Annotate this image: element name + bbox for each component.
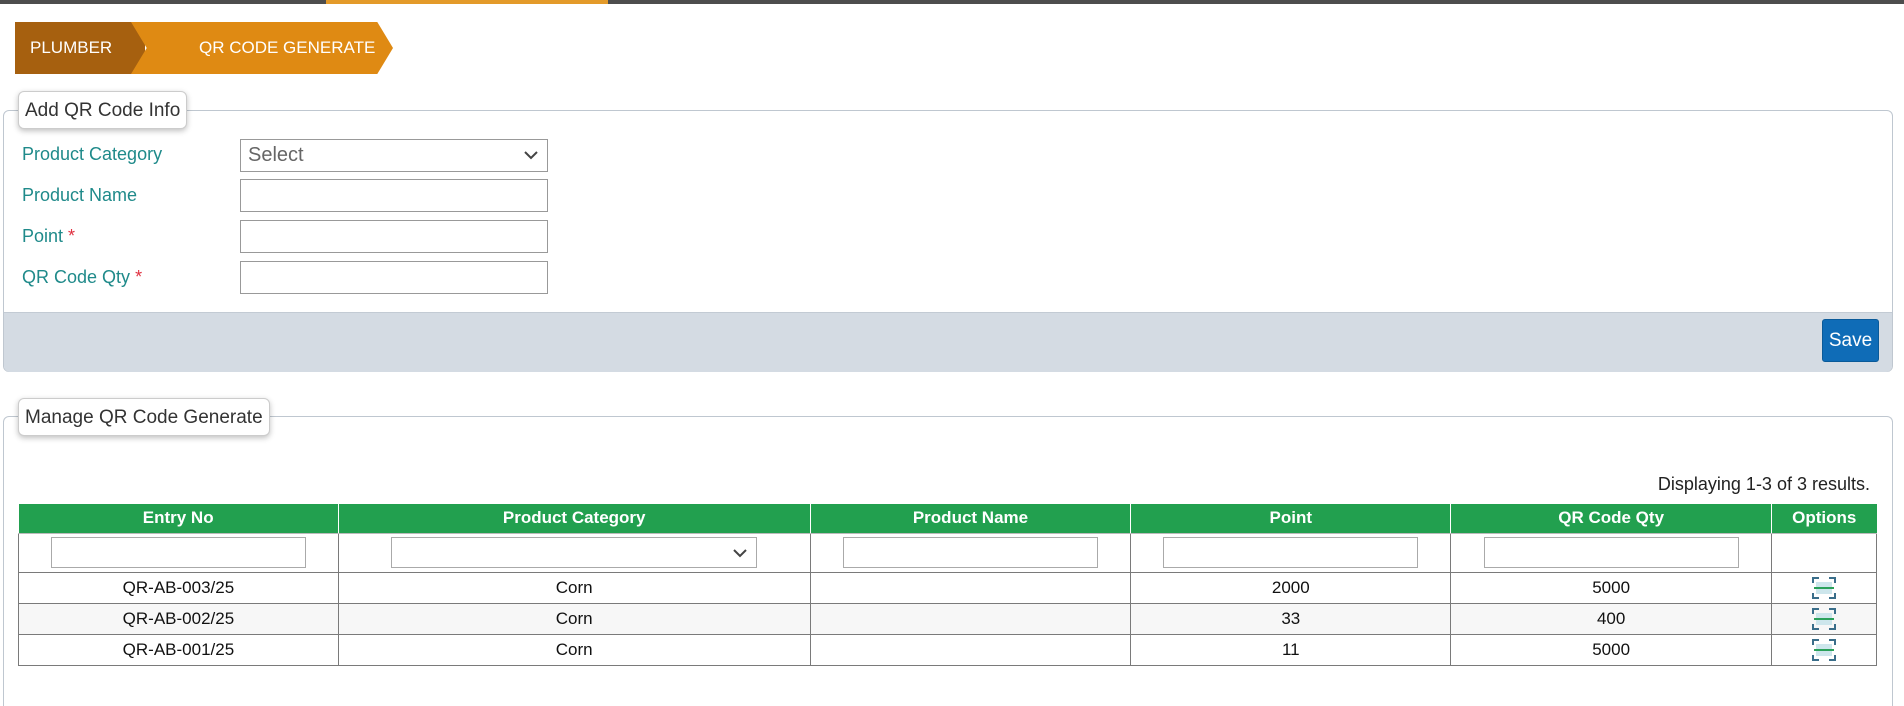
cell-entry-no: QR-AB-001/25 xyxy=(18,633,339,666)
filter-cell-qr-code-qty xyxy=(1450,532,1773,573)
cell-product-category: Corn xyxy=(337,571,811,604)
cell-qr-code-qty: 5000 xyxy=(1450,633,1773,666)
qr-scan-icon[interactable] xyxy=(1812,638,1837,661)
results-summary: Displaying 1-3 of 3 results. xyxy=(1657,474,1870,494)
cell-entry-no: QR-AB-003/25 xyxy=(18,571,339,604)
breadcrumb-item-qr-code-generate[interactable]: QR CODE GENERATE xyxy=(131,22,393,74)
filter-cell-product-name xyxy=(809,532,1132,573)
add-qr-code-legend: Add QR Code Info xyxy=(18,91,188,129)
column-header-qr-code-qty[interactable]: QR Code Qty xyxy=(1450,504,1773,534)
cell-product-category: Corn xyxy=(337,602,811,635)
column-header-point[interactable]: Point xyxy=(1130,504,1452,534)
qr-scan-icon[interactable] xyxy=(1812,576,1837,599)
product-name-input[interactable] xyxy=(240,179,548,212)
chevron-down-icon xyxy=(524,151,538,160)
qr-code-table: Entry No Product Category Product Name P… xyxy=(18,504,1877,666)
column-header-product-name[interactable]: Product Name xyxy=(810,504,1132,534)
cell-options xyxy=(1771,633,1877,666)
cell-entry-no: QR-AB-002/25 xyxy=(18,602,339,635)
filter-cell-point xyxy=(1130,532,1452,573)
cell-point: 2000 xyxy=(1130,571,1452,604)
column-header-entry-no[interactable]: Entry No xyxy=(18,504,339,534)
product-category-label: Product Category xyxy=(22,144,163,164)
filter-cell-entry-no xyxy=(18,532,339,573)
point-label-text: Point xyxy=(22,226,64,246)
cell-point: 11 xyxy=(1130,633,1452,666)
qr-code-qty-label-text: QR Code Qty xyxy=(22,267,131,287)
qr-code-qty-input[interactable] xyxy=(240,261,548,294)
point-input[interactable] xyxy=(240,220,548,253)
filter-cell-product-category xyxy=(337,532,811,573)
save-button[interactable]: Save xyxy=(1822,319,1879,362)
manage-qr-code-legend: Manage QR Code Generate xyxy=(18,398,270,436)
column-header-product-category[interactable]: Product Category xyxy=(338,504,811,534)
cell-options xyxy=(1771,571,1877,604)
product-category-select[interactable]: Select xyxy=(240,139,548,172)
active-tab-indicator xyxy=(326,0,608,4)
cell-product-name xyxy=(809,633,1132,666)
product-category-select-value: Select xyxy=(248,144,304,166)
cell-product-name xyxy=(809,602,1132,635)
cell-product-name xyxy=(809,571,1132,604)
cell-point: 33 xyxy=(1130,602,1452,635)
chevron-down-icon xyxy=(733,549,747,558)
top-navbar-strip xyxy=(0,0,1904,4)
qr-scan-icon[interactable] xyxy=(1812,607,1837,630)
filter-product-category-select[interactable] xyxy=(391,537,758,568)
table-row: QR-AB-003/25 Corn 2000 5000 xyxy=(18,571,1877,604)
cell-qr-code-qty: 5000 xyxy=(1450,571,1773,604)
product-name-label: Product Name xyxy=(22,185,138,205)
cell-qr-code-qty: 400 xyxy=(1450,602,1773,635)
table-row: QR-AB-001/25 Corn 11 5000 xyxy=(18,633,1877,666)
filter-product-name-input[interactable] xyxy=(842,537,1098,568)
point-required-marker: * xyxy=(68,226,76,246)
filter-qr-code-qty-input[interactable] xyxy=(1483,537,1739,568)
column-header-options: Options xyxy=(1771,504,1877,534)
cell-product-category: Corn xyxy=(337,633,811,666)
filter-entry-no-input[interactable] xyxy=(50,537,306,568)
point-label: Point * xyxy=(22,226,75,247)
cell-options xyxy=(1771,602,1877,635)
qr-code-qty-label: QR Code Qty * xyxy=(22,267,142,288)
table-row: QR-AB-002/25 Corn 33 400 xyxy=(18,602,1877,635)
filter-cell-options xyxy=(1771,532,1877,573)
qr-code-qty-required-marker: * xyxy=(135,267,143,287)
table-filter-row xyxy=(18,532,1877,573)
breadcrumb-item-plumber[interactable]: PLUMBER xyxy=(15,22,145,74)
table-header-row: Entry No Product Category Product Name P… xyxy=(18,504,1877,534)
form-footer xyxy=(4,312,1892,372)
filter-point-input[interactable] xyxy=(1163,537,1419,568)
